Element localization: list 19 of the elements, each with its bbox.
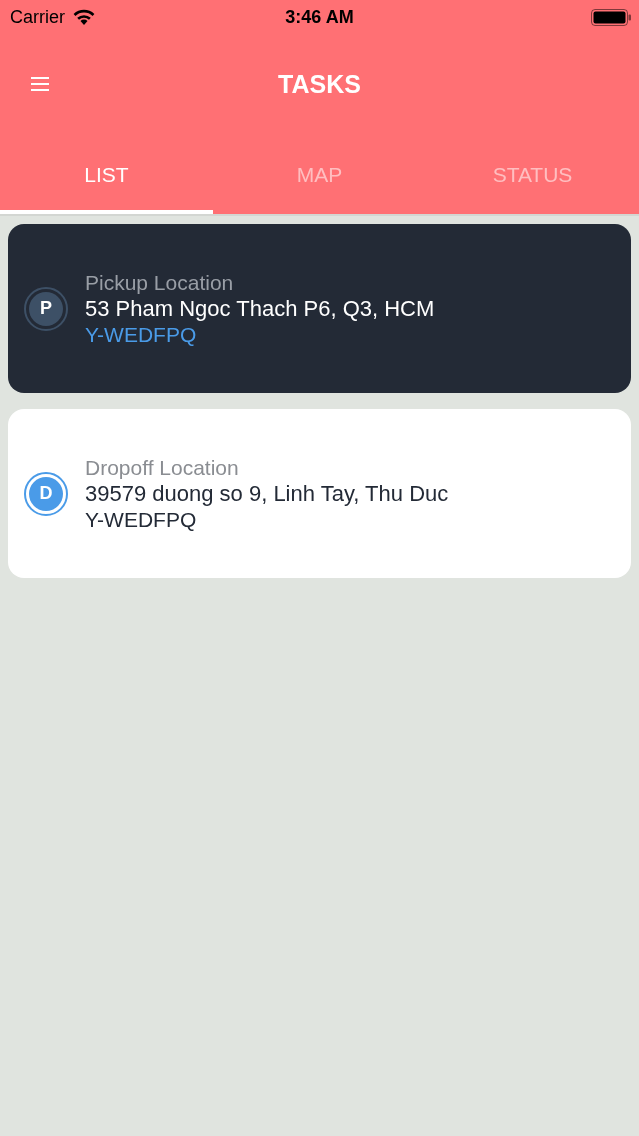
location-marker: D [24, 471, 68, 516]
status-time: 3:46 AM [285, 6, 354, 28]
location-marker: P [24, 286, 68, 331]
menu-button[interactable] [30, 76, 50, 92]
location-address: 39579 duong so 9, Linh Tay, Thu Duc [85, 480, 449, 507]
tab[interactable]: MAP [213, 134, 426, 214]
page-title: TASKS [278, 69, 361, 99]
menu-icon [30, 76, 50, 92]
tab[interactable]: STATUS [426, 134, 639, 214]
task-code: Y-WEDFPQ [85, 506, 198, 533]
task-card[interactable]: D Dropoff Location 39579 duong so 9, Linh Tay, Thu Duc Y-WEDFPQ [8, 409, 631, 578]
location-address: 53 Pham Ngoc Thach P6, Q3, HCM [85, 295, 435, 322]
wifi-icon [73, 9, 95, 25]
task-card[interactable]: P Pickup Location 53 Pham Ngoc Thach P6, Q3, HCM Y-WEDFPQ [8, 224, 631, 393]
carrier-name: Carrier [10, 6, 65, 28]
location-label: Dropoff Location [85, 454, 240, 481]
battery-icon [591, 8, 631, 26]
task-code: Y-WEDFPQ [85, 321, 198, 348]
location-label: Pickup Location [85, 269, 235, 296]
